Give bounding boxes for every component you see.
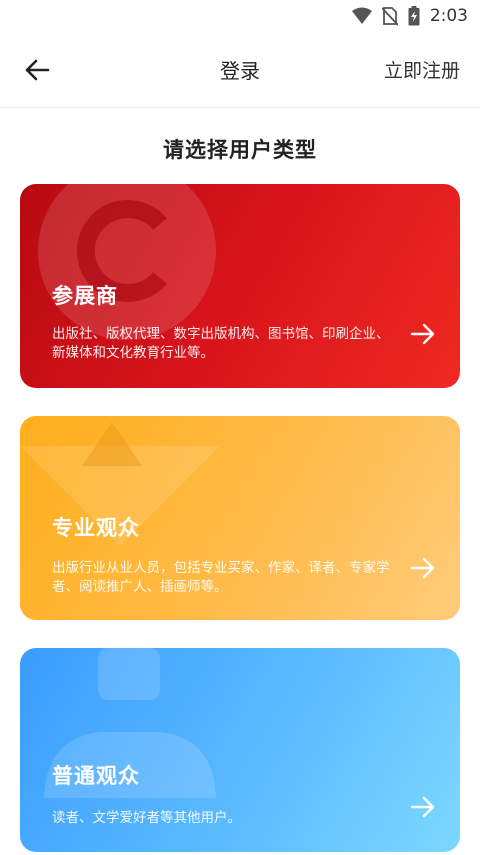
status-bar: 2:03 <box>0 0 480 32</box>
arrow-right-icon <box>410 557 435 579</box>
arrow-right-icon <box>410 796 435 818</box>
back-button[interactable] <box>22 55 52 85</box>
section-title: 请选择用户类型 <box>163 138 317 162</box>
card-description: 出版社、版权代理、数字出版机构、图书馆、印刷企业、新媒体和文化教育行业等。 <box>52 326 390 361</box>
card-description: 出版行业从业人员，包括专业买家、作家、译者、专家学者、阅读推广人、插画师等。 <box>52 560 390 595</box>
professional-visitor-card[interactable]: 专业观众 出版行业从业人员，包括专业买家、作家、译者、专家学者、阅读推广人、插画… <box>20 416 460 620</box>
no-sim-icon <box>381 6 398 26</box>
wifi-icon <box>351 7 372 25</box>
exhibitor-card[interactable]: 参展商 出版社、版权代理、数字出版机构、图书馆、印刷企业、新媒体和文化教育行业等… <box>20 184 460 388</box>
arrow-left-icon <box>25 59 50 80</box>
general-visitor-card[interactable]: 普通观众 读者、文学爱好者等其他用户。 <box>20 648 460 852</box>
register-button[interactable]: 立即注册 <box>384 56 460 83</box>
arrow-right-icon <box>410 323 435 345</box>
card-title: 参展商 <box>52 284 118 308</box>
card-description: 读者、文学爱好者等其他用户。 <box>52 810 241 826</box>
user-type-list: 参展商 出版社、版权代理、数字出版机构、图书馆、印刷企业、新媒体和文化教育行业等… <box>0 184 480 852</box>
card-title: 普通观众 <box>52 764 140 788</box>
status-time: 2:03 <box>429 6 468 26</box>
app-bar: 登录 立即注册 <box>0 32 480 108</box>
card-title: 专业观众 <box>52 516 140 540</box>
battery-charging-icon <box>408 6 420 26</box>
copyright-logo-icon <box>38 184 216 340</box>
